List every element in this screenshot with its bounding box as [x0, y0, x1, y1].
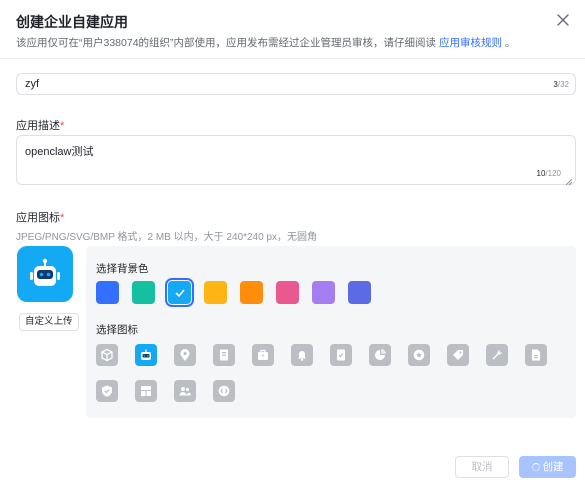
description-suffix: 。 — [501, 37, 516, 49]
icon-format-hint: JPEG/PNG/SVG/BMP 格式，2 MB 以内，大于 240*240 p… — [16, 232, 318, 243]
color-swatch-list — [96, 278, 371, 307]
app-description-value: openclaw测试 — [25, 146, 94, 158]
code-icon[interactable] — [213, 380, 235, 402]
description-text: 该应用仅可在“用户338074的组织”内部使用，应用发布需经过企业管理员审核，请… — [16, 37, 439, 49]
create-button[interactable]: 创建 — [519, 456, 576, 478]
star-badge-icon[interactable] — [408, 344, 430, 366]
icon-picker-panel: 选择背景色 选择图标 — [86, 246, 576, 418]
resize-handle-icon[interactable] — [564, 173, 573, 186]
robot-icon — [30, 258, 60, 286]
briefcase-icon[interactable] — [252, 344, 274, 366]
color-swatch[interactable] — [348, 281, 371, 304]
pie-chart-icon[interactable] — [369, 344, 391, 366]
tag-icon[interactable] — [447, 344, 469, 366]
color-swatch[interactable] — [276, 281, 299, 304]
icon-select-label: 选择图标 — [96, 324, 138, 336]
color-swatch[interactable] — [132, 281, 155, 304]
wrench-icon[interactable] — [486, 344, 508, 366]
description-char-counter: 10/120 — [536, 169, 561, 178]
shield-check-icon[interactable] — [96, 380, 118, 402]
icon-option-list — [96, 344, 566, 402]
users-icon[interactable] — [174, 380, 196, 402]
review-rules-link[interactable]: 应用审核规则 — [439, 37, 502, 49]
checklist-icon[interactable] — [330, 344, 352, 366]
close-icon[interactable] — [555, 12, 571, 28]
document-icon[interactable] — [213, 344, 235, 366]
background-color-label: 选择背景色 — [96, 263, 149, 275]
robot-icon[interactable] — [135, 344, 157, 366]
name-char-counter: 3/32 — [553, 80, 569, 89]
file-icon[interactable] — [525, 344, 547, 366]
app-icon-preview — [17, 246, 73, 302]
app-name-value: zyf — [25, 78, 40, 90]
color-swatch[interactable] — [96, 281, 119, 304]
header-divider — [0, 58, 585, 59]
check-icon — [174, 288, 185, 297]
app-icon-label: 应用图标* — [16, 212, 65, 224]
color-swatch[interactable] — [312, 281, 335, 304]
box-icon[interactable] — [96, 344, 118, 366]
dialog-description: 该应用仅可在“用户338074的组织”内部使用，应用发布需经过企业管理员审核，请… — [16, 35, 515, 50]
color-swatch[interactable] — [204, 281, 227, 304]
description-label: 应用描述* — [16, 120, 65, 132]
custom-upload-button[interactable]: 自定义上传 — [19, 313, 79, 331]
app-description-textarea[interactable]: openclaw测试 10/120 — [16, 135, 576, 186]
loading-spinner-icon — [531, 463, 540, 471]
color-swatch[interactable] — [240, 281, 263, 304]
location-pin-icon[interactable] — [174, 344, 196, 366]
color-swatch[interactable] — [165, 278, 194, 307]
cancel-button[interactable]: 取消 — [455, 456, 509, 478]
layout-icon[interactable] — [135, 380, 157, 402]
bell-icon[interactable] — [291, 344, 313, 366]
app-name-input[interactable]: zyf 3/32 — [16, 73, 576, 95]
dialog-title: 创建企业自建应用 — [16, 14, 128, 30]
create-button-label: 创建 — [542, 461, 564, 473]
